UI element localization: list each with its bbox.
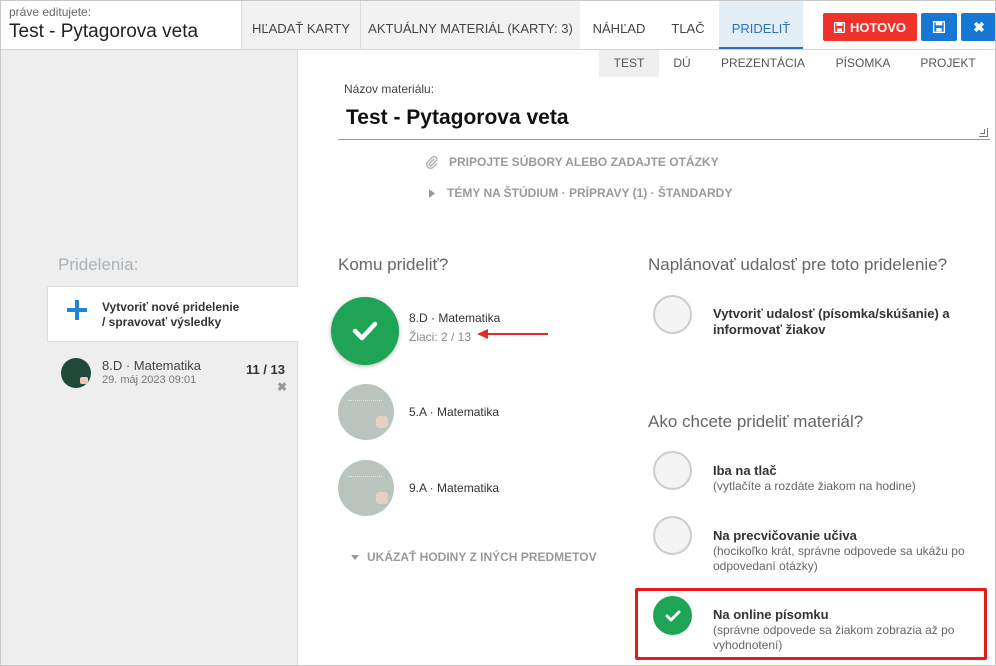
new-assignment-line2: / spravovať výsledky — [102, 315, 222, 329]
schedule-event-line1: Vytvoriť udalosť (písomka/skúšanie) a — [713, 306, 950, 321]
type-tab-test[interactable]: TEST — [599, 50, 659, 77]
floppy-disk-icon — [933, 21, 945, 33]
class-item-9a[interactable]: 9.A · Matematika — [331, 460, 621, 530]
sidebar: Pridelenia: Vytvoriť nové pridelenie / s… — [1, 50, 299, 665]
done-button[interactable]: HOTOVO — [823, 13, 917, 41]
new-assignment-label: Vytvoriť nové pridelenie / spravovať výs… — [102, 300, 239, 330]
class-item-8d[interactable]: 8.D · Matematika Žiaci: 2 / 13 — [331, 297, 621, 367]
assignment-date: 29. máj 2023 09:01 — [102, 374, 197, 386]
new-assignment-button[interactable]: Vytvoriť nové pridelenie / spravovať výs… — [47, 286, 299, 342]
option-description: (vytlačíte a rozdáte žiakom na hodine) — [713, 479, 916, 493]
app-window: práve editujete: Test - Pytagorova veta … — [0, 0, 996, 666]
schedule-event-label: Vytvoriť udalosť (písomka/skúšanie) a in… — [713, 306, 950, 338]
show-other-subjects-link[interactable]: UKÁZAŤ HODINY Z INÝCH PREDMETOV — [351, 550, 597, 564]
delete-icon[interactable]: ✖ — [277, 380, 287, 394]
option-title: Iba na tlač — [713, 463, 777, 478]
topics-toggle[interactable]: TÉMY NA ŠTÚDIUM · PRÍPRAVY (1) · ŠTANDAR… — [429, 186, 732, 200]
schedule-event-radio[interactable] — [653, 295, 692, 334]
type-tab-presentation[interactable]: PREZENTÁCIA — [705, 50, 821, 77]
class-avatar-selected — [331, 297, 399, 365]
editing-caption: práve editujete: — [9, 5, 92, 19]
type-tab-project[interactable]: PROJEKT — [905, 50, 991, 77]
class-name: 9.A · Matematika — [409, 481, 500, 495]
radio-practice[interactable] — [653, 516, 692, 555]
paperclip-icon — [426, 155, 438, 169]
schedule-event-line2: informovať žiakov — [713, 322, 826, 337]
tab-search-cards[interactable]: HĽADAŤ KARTY — [241, 1, 360, 49]
type-tab-homework[interactable]: DÚ — [659, 50, 705, 77]
assignment-item[interactable]: 8.D · Matematika 29. máj 2023 09:01 11 /… — [59, 356, 291, 402]
attach-files-label: PRIPOJTE SÚBORY ALEBO ZADAJTE OTÁZKY — [449, 155, 719, 169]
option-description-line1: (hocikoľko krát, správne odpovede sa uká… — [713, 544, 965, 558]
annotation-highlight-box — [635, 588, 987, 660]
class-students-count: Žiaci: 2 / 13 — [409, 330, 472, 344]
class-avatar — [338, 460, 394, 516]
new-assignment-line1: Vytvoriť nové pridelenie — [102, 300, 240, 314]
top-bar: práve editujete: Test - Pytagorova veta … — [1, 1, 995, 50]
material-name-input[interactable]: Test - Pytagorova veta — [338, 97, 990, 140]
done-button-label: HOTOVO — [849, 19, 907, 35]
close-icon: ✖ — [973, 18, 985, 35]
caret-down-icon — [351, 554, 359, 560]
class-name: 8.D · Matematika — [409, 311, 501, 325]
schedule-heading: Naplánovať udalosť pre toto pridelenie? — [648, 255, 948, 274]
material-name-value: Test - Pytagorova veta — [346, 106, 569, 129]
option-description: (hocikoľko krát, správne odpovede sa uká… — [713, 544, 993, 574]
plus-icon — [67, 300, 87, 320]
checkmark-icon — [352, 321, 378, 341]
assignment-count: 11 / 13 — [245, 362, 285, 377]
caret-right-icon — [429, 188, 435, 198]
material-name-label: Názov materiálu: — [344, 82, 435, 96]
topics-label: TÉMY NA ŠTÚDIUM · PRÍPRAVY (1) · ŠTANDAR… — [447, 186, 733, 200]
editing-title: Test - Pytagorova veta — [9, 21, 199, 42]
save-button[interactable] — [921, 13, 957, 41]
annotation-arrow-line — [487, 333, 548, 335]
close-button[interactable]: ✖ — [961, 13, 995, 41]
show-other-subjects-label: UKÁZAŤ HODINY Z INÝCH PREDMETOV — [367, 550, 597, 564]
option-title: Na precvičovanie učiva — [713, 528, 857, 543]
tab-print[interactable]: TLAČ — [658, 1, 718, 49]
class-avatar — [338, 384, 394, 440]
type-tab-written-test[interactable]: PÍSOMKA — [821, 50, 905, 77]
tab-assign[interactable]: PRIDELIŤ — [719, 1, 803, 49]
class-avatar — [61, 358, 91, 388]
class-name: 5.A · Matematika — [409, 405, 500, 419]
assignment-class: 8.D · Matematika — [102, 358, 201, 373]
radio-print-only[interactable] — [653, 451, 692, 490]
tab-current-material[interactable]: AKTUÁLNY MATERIÁL (KARTY: 3) — [360, 1, 580, 49]
class-item-5a[interactable]: 5.A · Matematika — [331, 384, 621, 454]
distribution-heading: Ako chcete prideliť materiál? — [648, 412, 864, 431]
sidebar-heading: Pridelenia: — [58, 255, 139, 274]
attach-files-link[interactable]: PRIPOJTE SÚBORY ALEBO ZADAJTE OTÁZKY — [425, 155, 719, 169]
resize-handle-icon[interactable] — [979, 128, 988, 137]
assign-to-heading: Komu prideliť? — [338, 255, 449, 274]
tab-preview[interactable]: NÁHĽAD — [580, 1, 658, 49]
option-description-line2: odpovedaní otázky) — [713, 559, 818, 573]
floppy-disk-icon — [833, 21, 845, 33]
